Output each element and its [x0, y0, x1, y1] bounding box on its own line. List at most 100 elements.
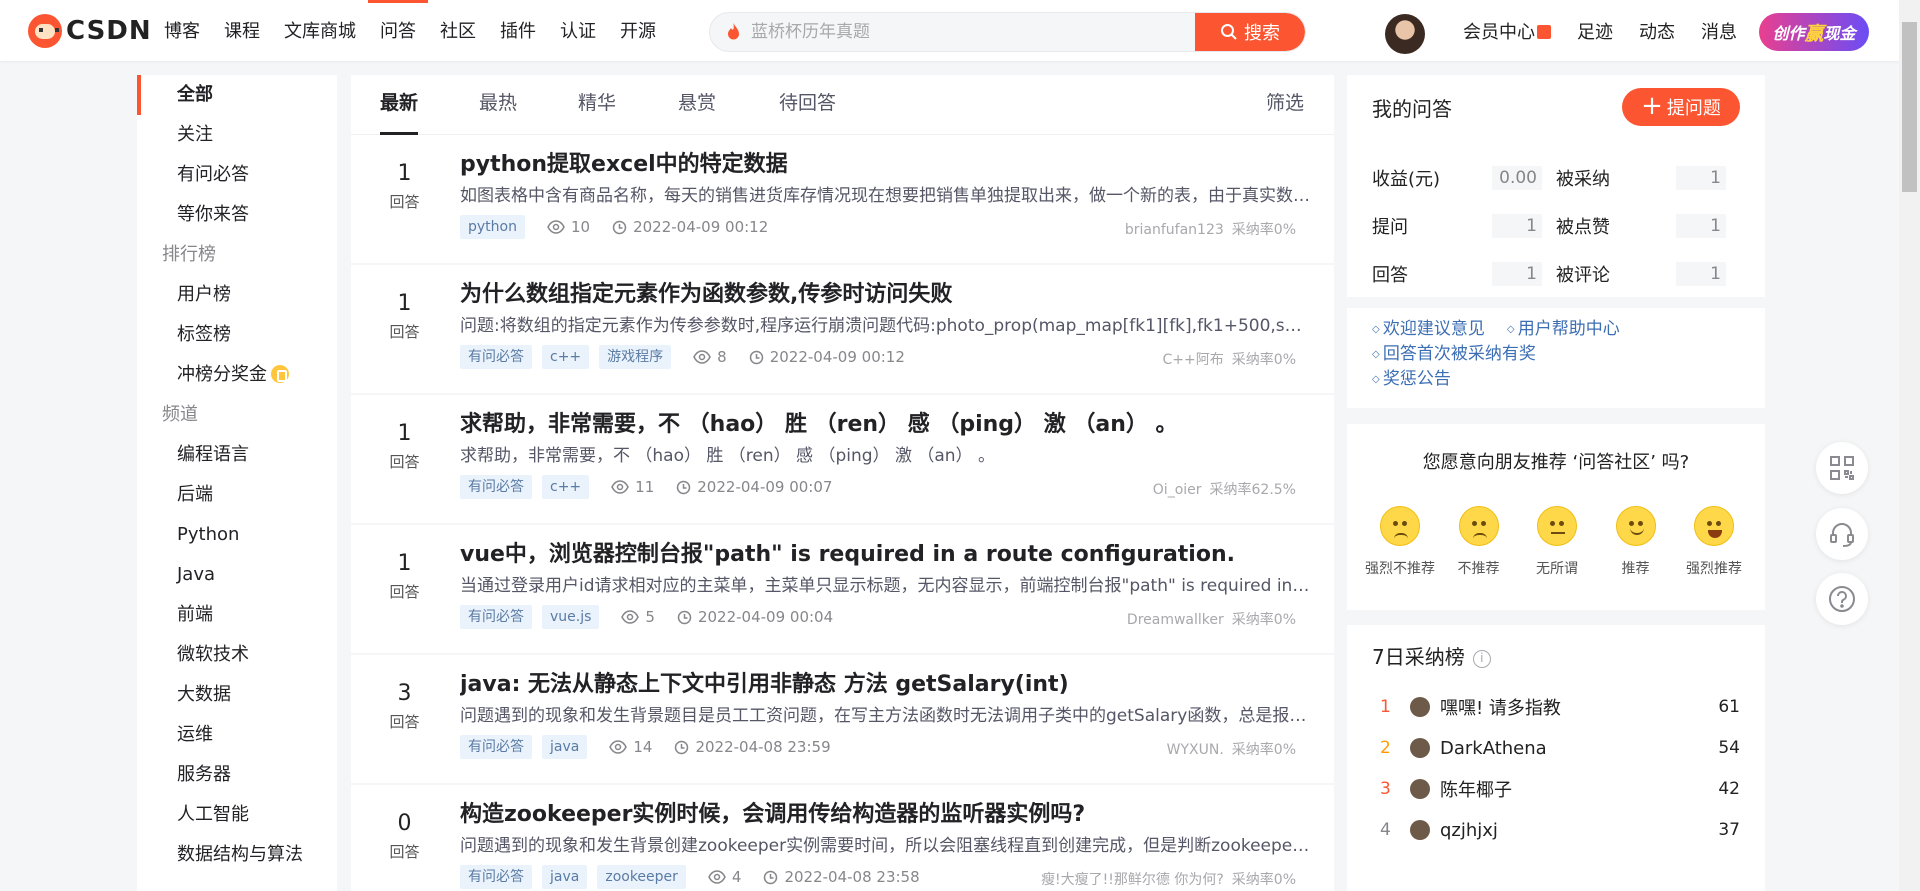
scrollbar-thumb[interactable]	[1902, 22, 1917, 192]
user-avatar-small[interactable]	[1410, 738, 1430, 758]
sidebar-item-microsoft[interactable]: 微软技术	[137, 635, 337, 675]
question-item[interactable]: 1 回答 求帮助，非常需要，不 （hao） 胜 （ren） 感 （ping） 激…	[351, 395, 1334, 525]
asker-name[interactable]: 瘦!大瘦了!!那鲜尔德 你为何?	[1041, 872, 1224, 888]
question-item[interactable]: 1 回答 python提取excel中的特定数据 如图表格中含有商品名称，每天的…	[351, 135, 1334, 265]
question-tag[interactable]: c++	[542, 345, 590, 369]
tab-unanswered[interactable]: 待回答	[779, 75, 836, 135]
question-item[interactable]: 1 回答 为什么数组指定元素作为函数参数,传参时访问失败 问题:将数组的指定元素…	[351, 265, 1334, 395]
question-tag[interactable]: 有问必答	[460, 605, 532, 629]
sidebar-item-frontend[interactable]: 前端	[137, 595, 337, 635]
question-tag[interactable]: 游戏程序	[599, 345, 672, 369]
asker-name[interactable]: C++阿布	[1163, 352, 1224, 368]
question-tag[interactable]: 有问必答	[460, 345, 532, 369]
rank-user-name[interactable]: qzjhjxj	[1440, 820, 1700, 841]
nav-item-courses[interactable]: 课程	[212, 0, 272, 61]
sidebar-item-all[interactable]: 全部	[137, 75, 337, 115]
sidebar-item-following[interactable]: 关注	[137, 115, 337, 155]
question-tag[interactable]: c++	[542, 475, 590, 499]
search-input[interactable]	[751, 13, 1181, 51]
help-button[interactable]	[1816, 573, 1868, 625]
question-tag[interactable]: vue.js	[542, 605, 600, 629]
csdn-logo[interactable]: CSDN	[28, 14, 152, 48]
leaderboard-row[interactable]: 2 DarkAthena 54	[1372, 733, 1740, 763]
question-tag[interactable]: 有问必答	[460, 865, 532, 889]
messages-link[interactable]: 消息	[1688, 18, 1750, 44]
question-title[interactable]: 求帮助，非常需要，不 （hao） 胜 （ren） 感 （ping） 激 （an）…	[460, 406, 1310, 438]
tab-bounty[interactable]: 悬赏	[678, 75, 716, 135]
user-avatar-small[interactable]	[1410, 820, 1430, 840]
option-recommend[interactable]: 推荐	[1598, 506, 1674, 578]
option-strongly-recommend[interactable]: 强烈推荐	[1676, 506, 1752, 578]
question-item[interactable]: 3 回答 java: 无法从静态上下文中引用非静态 方法 getSalary(i…	[351, 655, 1334, 785]
tab-hottest[interactable]: 最热	[479, 75, 517, 135]
nav-item-certification[interactable]: 认证	[548, 0, 608, 61]
question-excerpt[interactable]: 问题遇到的现象和发生背景题目是员工工资问题，在写主方法函数时无法调用子类中的ge…	[460, 701, 1310, 726]
nav-item-opensource[interactable]: 开源	[608, 0, 668, 61]
question-tag[interactable]: 有问必答	[460, 475, 532, 499]
customer-service-button[interactable]	[1816, 508, 1868, 560]
link-reward-notice[interactable]: 奖惩公告	[1372, 369, 1451, 389]
activity-link[interactable]: 动态	[1626, 18, 1688, 44]
sidebar-item-must-answer[interactable]: 有问必答	[137, 155, 337, 195]
sidebar-item-server[interactable]: 服务器	[137, 755, 337, 795]
user-avatar-small[interactable]	[1410, 779, 1430, 799]
question-item[interactable]: 0 回答 构造zookeeper实例时候，会调用传给构造器的监听器实例吗? 问题…	[351, 785, 1334, 891]
rank-user-name[interactable]: 嘿嘿! 请多指教	[1440, 694, 1700, 720]
option-not[interactable]: 不推荐	[1441, 506, 1517, 578]
tab-featured[interactable]: 精华	[578, 75, 616, 135]
sidebar-item-waiting[interactable]: 等你来答	[137, 195, 337, 235]
question-title[interactable]: vue中，浏览器控制台报"path" is required in a rout…	[460, 536, 1310, 568]
option-strongly-not[interactable]: 强烈不推荐	[1362, 506, 1438, 578]
option-neutral[interactable]: 无所谓	[1519, 506, 1595, 578]
question-excerpt[interactable]: 问题:将数组的指定元素作为传参参数时,程序运行崩溃问题代码:photo_prop…	[460, 311, 1310, 336]
link-help-center[interactable]: 用户帮助中心	[1507, 319, 1620, 339]
search-button[interactable]: 搜索	[1195, 13, 1305, 51]
sidebar-item-backend[interactable]: 后端	[137, 475, 337, 515]
rank-user-name[interactable]: 陈年椰子	[1440, 776, 1700, 802]
sidebar-item-algorithms[interactable]: 数据结构与算法	[137, 835, 337, 875]
sidebar-item-bonus-rank[interactable]: 冲榜分奖金	[137, 355, 337, 395]
sidebar-item-java[interactable]: Java	[137, 555, 337, 595]
user-avatar-small[interactable]	[1410, 697, 1430, 717]
question-excerpt[interactable]: 问题遇到的现象和发生背景创建zookeeper实例需要时间，所以会阻塞线程直到创…	[460, 831, 1310, 856]
sidebar-item-python[interactable]: Python	[137, 515, 337, 555]
vip-center-link[interactable]: 会员中心	[1450, 18, 1564, 44]
leaderboard-row[interactable]: 4 qzjhjxj 37	[1372, 815, 1740, 845]
question-title[interactable]: java: 无法从静态上下文中引用非静态 方法 getSalary(int)	[460, 666, 1310, 698]
question-tag[interactable]: python	[460, 215, 525, 239]
sidebar-item-user-rank[interactable]: 用户榜	[137, 275, 337, 315]
asker-name[interactable]: Dreamwallker	[1127, 612, 1224, 628]
sidebar-item-bigdata[interactable]: 大数据	[137, 675, 337, 715]
question-title[interactable]: 为什么数组指定元素作为函数参数,传参时访问失败	[460, 276, 1310, 308]
asker-name[interactable]: Oi_oier	[1153, 482, 1202, 498]
asker-name[interactable]: WYXUN.	[1167, 742, 1224, 758]
qrcode-button[interactable]	[1816, 442, 1868, 494]
sidebar-item-programming[interactable]: 编程语言	[137, 435, 337, 475]
link-first-accept-reward[interactable]: 回答首次被采纳有奖	[1372, 344, 1536, 364]
link-feedback[interactable]: 欢迎建议意见	[1372, 319, 1485, 339]
question-tag[interactable]: java	[542, 735, 588, 759]
nav-item-community[interactable]: 社区	[428, 0, 488, 61]
question-tag[interactable]: java	[542, 865, 588, 889]
nav-item-qa[interactable]: 问答	[368, 0, 428, 61]
create-earn-cash-button[interactable]: 创作赢现金	[1759, 13, 1869, 51]
question-excerpt[interactable]: 如图表格中含有商品名称，每天的销售进货库存情况现在想要把销售单独提取出来，做一个…	[460, 181, 1310, 206]
filter-button[interactable]: 筛选	[1266, 75, 1304, 135]
question-tag[interactable]: 有问必答	[460, 735, 532, 759]
rank-user-name[interactable]: DarkAthena	[1440, 738, 1700, 759]
asker-name[interactable]: brianfufan123	[1125, 222, 1224, 238]
nav-item-library[interactable]: 文库商城	[272, 0, 368, 61]
nav-item-blog[interactable]: 博客	[152, 0, 212, 61]
user-avatar[interactable]	[1385, 14, 1425, 54]
question-excerpt[interactable]: 当通过登录用户id请求相对应的主菜单，主菜单只显示标题，无内容显示，前端控制台报…	[460, 571, 1310, 596]
question-excerpt[interactable]: 求帮助，非常需要，不 （hao） 胜 （ren） 感 （ping） 激 （an）…	[460, 441, 1310, 466]
info-icon[interactable]: i	[1472, 650, 1491, 668]
question-tag[interactable]: zookeeper	[597, 865, 686, 889]
tab-latest[interactable]: 最新	[380, 75, 419, 135]
question-item[interactable]: 1 回答 vue中，浏览器控制台报"path" is required in a…	[351, 525, 1334, 655]
footprint-link[interactable]: 足迹	[1564, 18, 1626, 44]
sidebar-item-tag-rank[interactable]: 标签榜	[137, 315, 337, 355]
page-scrollbar[interactable]	[1899, 0, 1920, 891]
nav-item-plugins[interactable]: 插件	[488, 0, 548, 61]
sidebar-item-ai[interactable]: 人工智能	[137, 795, 337, 835]
